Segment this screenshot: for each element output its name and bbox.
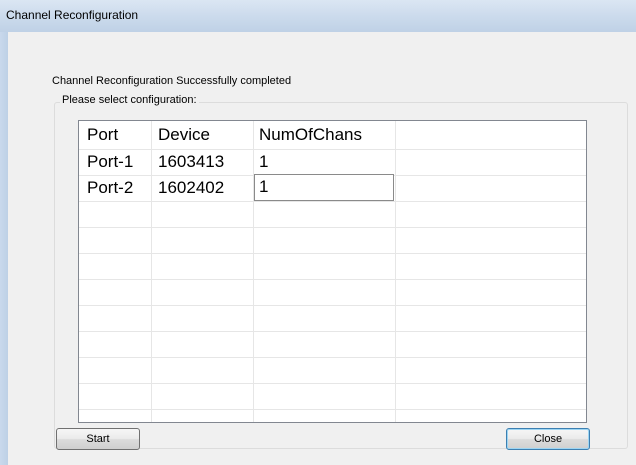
cell-numofchans-row-2: 1: [259, 177, 269, 196]
channel-reconfiguration-window: Channel Reconfiguration Channel Reconfig…: [0, 0, 636, 465]
grid-column-divider: [151, 121, 152, 422]
grid-row-divider: [79, 409, 586, 410]
grid-row-divider: [79, 227, 586, 228]
grid-row-divider: [79, 331, 586, 332]
dialog-client-area: Channel Reconfiguration Successfully com…: [8, 32, 636, 465]
cell-device-row-1[interactable]: 1603413: [158, 152, 224, 172]
grid-column-divider: [395, 121, 396, 422]
window-title: Channel Reconfiguration: [6, 8, 139, 22]
column-header-numofchans[interactable]: NumOfChans: [259, 125, 362, 145]
numofchans-edit-field[interactable]: 1: [254, 174, 394, 201]
grid-row-divider: [79, 253, 586, 254]
cell-numofchans-row-1[interactable]: 1: [259, 152, 268, 172]
title-bar[interactable]: Channel Reconfiguration: [0, 0, 636, 33]
grid-column-divider: [253, 121, 254, 422]
grid-row-divider: [79, 149, 586, 150]
configuration-grid[interactable]: Port Device NumOfChans Port-1 1603413 1 …: [78, 120, 587, 423]
column-header-device[interactable]: Device: [158, 125, 210, 145]
grid-row-divider: [79, 357, 586, 358]
grid-row-divider: [79, 305, 586, 306]
cell-port-row-1[interactable]: Port-1: [87, 152, 133, 172]
grid-row-divider: [79, 383, 586, 384]
window-frame: [0, 32, 8, 465]
grid-row-divider: [79, 201, 586, 202]
status-message: Channel Reconfiguration Successfully com…: [52, 75, 292, 87]
configuration-group-label: Please select configuration:: [60, 94, 199, 106]
start-button[interactable]: Start: [56, 428, 140, 450]
column-header-port[interactable]: Port: [87, 125, 118, 145]
close-button[interactable]: Close: [506, 428, 590, 450]
grid-row-divider: [79, 279, 586, 280]
cell-port-row-2[interactable]: Port-2: [87, 178, 133, 198]
cell-device-row-2[interactable]: 1602402: [158, 178, 224, 198]
